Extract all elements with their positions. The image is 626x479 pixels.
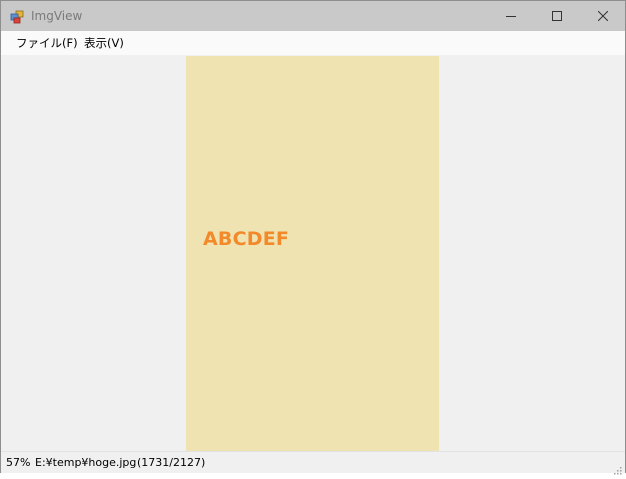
menu-view[interactable]: 表示(V) — [84, 35, 124, 51]
maximize-icon — [552, 11, 562, 21]
status-bar: 57% E:¥temp¥hoge.jpg (1731/2127) — [1, 451, 625, 475]
menu-file[interactable]: ファイル(F) — [16, 35, 78, 51]
minimize-icon — [506, 11, 516, 21]
close-button[interactable] — [580, 1, 626, 31]
title-bar[interactable]: ImgView — [1, 1, 625, 31]
image-text: ABCDEF — [203, 228, 290, 250]
close-icon — [598, 11, 608, 21]
file-path: E:¥temp¥hoge.jpg — [35, 456, 137, 469]
minimize-button[interactable] — [488, 1, 534, 31]
image-dimensions: (1731/2127) — [137, 456, 206, 469]
maximize-button[interactable] — [534, 1, 580, 31]
displayed-image: ABCDEF — [186, 56, 439, 451]
resize-grip-icon[interactable] — [612, 460, 622, 475]
app-icon — [10, 9, 24, 24]
menu-bar: ファイル(F) 表示(V) — [1, 31, 625, 55]
image-viewport[interactable]: ABCDEF — [1, 55, 625, 451]
window-title: ImgView — [31, 9, 83, 23]
app-window: ImgView ファイル(F) 表示(V) ABCDEF 57% E:¥temp… — [0, 0, 626, 475]
zoom-level: 57% — [6, 456, 31, 469]
